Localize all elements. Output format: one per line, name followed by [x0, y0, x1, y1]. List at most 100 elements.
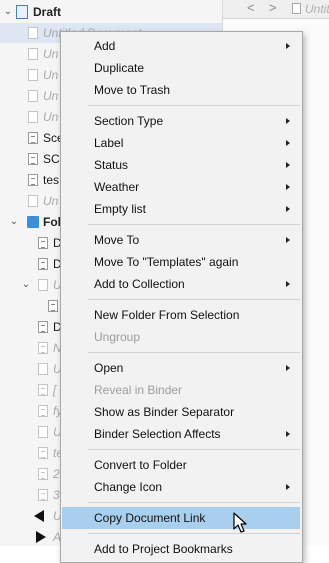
menu-item-empty-list[interactable]: Empty list	[62, 198, 300, 220]
document-icon	[28, 27, 38, 39]
document-icon	[28, 195, 38, 207]
menu-item-label: Duplicate	[94, 61, 145, 75]
back-arrow-icon[interactable]: <	[247, 0, 255, 16]
document-icon	[28, 69, 38, 81]
menu-separator	[88, 352, 300, 353]
menu-item-label: Convert to Folder	[94, 458, 187, 472]
menu-item-label: Empty list	[94, 202, 147, 216]
menu-separator	[88, 105, 300, 106]
binder-row-label: SC	[43, 152, 60, 166]
menu-item-new-folder-from-selection[interactable]: New Folder From Selection	[62, 304, 300, 326]
menu-item-label: Add	[94, 39, 116, 53]
menu-item-move-to[interactable]: Move To	[62, 229, 300, 251]
menu-item-move-to-trash[interactable]: Move to Trash	[62, 79, 300, 101]
menu-item-label: Ungroup	[94, 330, 141, 344]
menu-item-section-type[interactable]: Section Type	[62, 110, 300, 132]
chevron-down-icon[interactable]: ⌄	[2, 2, 14, 22]
menu-item-convert-to-folder[interactable]: Convert to Folder	[62, 454, 300, 476]
draft-label: Draft	[33, 5, 62, 19]
text-document-icon	[38, 342, 48, 354]
menu-item-reveal-in-binder: Reveal in Binder	[62, 379, 300, 401]
menu-item-duplicate[interactable]: Duplicate	[62, 57, 300, 79]
menu-item-add-to-project-bookmarks[interactable]: Add to Project Bookmarks	[62, 538, 300, 560]
chevron-down-icon[interactable]: ⌄	[20, 275, 32, 295]
document-icon	[28, 48, 38, 60]
text-document-icon	[28, 153, 38, 165]
submenu-arrow-icon	[286, 431, 290, 437]
menu-item-label: Add to Collection	[94, 277, 185, 291]
menu-separator	[88, 502, 300, 503]
binder-row-label: tes	[43, 173, 60, 187]
menu-item-add[interactable]: Add	[62, 35, 300, 57]
document-icon	[28, 111, 38, 123]
menu-separator	[88, 299, 300, 300]
binder-row-label: Fol	[43, 215, 61, 229]
menu-item-label: New Folder From Selection	[94, 308, 240, 322]
submenu-arrow-icon	[286, 140, 290, 146]
menu-item-show-as-binder-separator[interactable]: Show as Binder Separator	[62, 401, 300, 423]
menu-item-label: Move To	[94, 233, 140, 247]
text-document-icon	[38, 258, 48, 270]
binder-row-label: Un	[43, 89, 59, 103]
menu-item-label: Binder Selection Affects	[94, 427, 221, 441]
binder-draft-row[interactable]: ⌄ Draft	[0, 2, 222, 22]
binder-row-label: [	[53, 383, 57, 397]
mouse-pointer-icon	[233, 512, 247, 533]
binder-row-label: 2	[53, 467, 60, 481]
expand-arrow-icon[interactable]	[36, 531, 46, 543]
text-document-icon	[48, 300, 58, 312]
menu-item-label: Label	[94, 136, 124, 150]
text-document-icon	[28, 132, 38, 144]
binder-row-label: Un	[43, 110, 59, 124]
binder-row-label: Un	[43, 194, 59, 208]
submenu-arrow-icon	[286, 237, 290, 243]
menu-item-label: Show as Binder Separator	[94, 405, 235, 419]
menu-item-move-to-templates[interactable]: Move To "Templates" again	[62, 251, 300, 273]
menu-item-copy-document-link[interactable]: Copy Document Link	[62, 507, 300, 529]
folder-icon	[27, 216, 39, 228]
text-document-icon	[38, 384, 48, 396]
text-document-icon	[38, 237, 48, 249]
document-icon	[28, 90, 38, 102]
submenu-arrow-icon	[286, 118, 290, 124]
menu-item-label: Move to Trash	[94, 83, 171, 97]
menu-item-label: Add to Project Bookmarks	[94, 542, 233, 556]
text-document-icon	[38, 468, 48, 480]
menu-item-label: Status	[94, 158, 129, 172]
menu-separator	[88, 533, 300, 534]
document-icon	[38, 279, 48, 291]
binder-row-label: 3	[53, 488, 60, 502]
menu-item-label: Weather	[94, 180, 140, 194]
menu-item-label: Open	[94, 361, 124, 375]
submenu-arrow-icon	[286, 365, 290, 371]
menu-item-label[interactable]: Label	[62, 132, 300, 154]
submenu-arrow-icon	[286, 206, 290, 212]
menu-item-label: Reveal in Binder	[94, 383, 183, 397]
menu-item-label: Change Icon	[94, 480, 163, 494]
editor-title: Untit	[305, 2, 329, 16]
document-icon	[38, 363, 48, 375]
menu-item-status[interactable]: Status	[62, 154, 300, 176]
text-document-icon	[38, 321, 48, 333]
menu-item-label: Copy Document Link	[94, 511, 206, 525]
forward-arrow-icon[interactable]: >	[269, 0, 277, 16]
menu-item-add-to-collection[interactable]: Add to Collection	[62, 273, 300, 295]
submenu-arrow-icon	[286, 43, 290, 49]
text-document-icon	[38, 405, 48, 417]
binder-row-label: Un	[43, 47, 59, 61]
menu-item-open[interactable]: Open	[62, 357, 300, 379]
menu-separator	[88, 449, 300, 450]
text-document-icon	[28, 174, 38, 186]
collapse-arrow-icon[interactable]	[34, 510, 44, 522]
menu-separator	[88, 224, 300, 225]
submenu-arrow-icon	[286, 484, 290, 490]
menu-item-binder-selection-affects[interactable]: Binder Selection Affects	[62, 423, 300, 445]
menu-item-weather[interactable]: Weather	[62, 176, 300, 198]
context-menu: Add Duplicate Move to Trash Section Type…	[60, 31, 303, 563]
submenu-arrow-icon	[286, 162, 290, 168]
document-icon	[292, 3, 301, 14]
submenu-arrow-icon	[286, 184, 290, 190]
editor-header: < > Untit	[223, 0, 329, 19]
chevron-down-icon[interactable]: ⌄	[8, 212, 20, 232]
menu-item-change-icon[interactable]: Change Icon	[62, 476, 300, 498]
